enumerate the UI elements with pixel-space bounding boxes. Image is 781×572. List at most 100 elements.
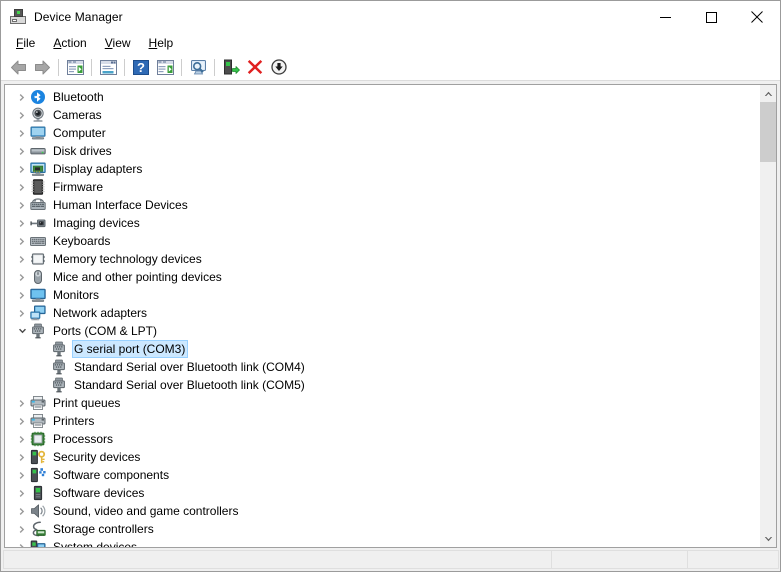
- tree-item[interactable]: Bluetooth: [5, 88, 759, 106]
- chevron-right-icon[interactable]: [14, 412, 30, 430]
- tree-item[interactable]: Software components: [5, 466, 759, 484]
- tree-item[interactable]: Disk drives: [5, 142, 759, 160]
- chevron-right-icon[interactable]: [14, 430, 30, 448]
- scrollbar-thumb[interactable]: [760, 102, 776, 162]
- tree-item[interactable]: Network adapters: [5, 304, 759, 322]
- update-driver-button[interactable]: [219, 56, 243, 79]
- chevron-right-icon[interactable]: [14, 88, 30, 106]
- tree-item-label: Print queues: [53, 396, 121, 410]
- down-arrow-circle-icon: [271, 59, 287, 75]
- maximize-button[interactable]: [688, 1, 734, 33]
- hid-icon: [30, 197, 46, 213]
- toolbar-separator: [181, 58, 182, 76]
- red-x-icon: [247, 60, 263, 74]
- chevron-right-icon[interactable]: [14, 268, 30, 286]
- properties-button[interactable]: [96, 56, 120, 79]
- title-bar: Device Manager: [1, 1, 780, 33]
- scan-for-hardware-changes-button[interactable]: [186, 56, 210, 79]
- software-component-icon: [30, 467, 46, 483]
- show-hide-console-tree-button[interactable]: [63, 56, 87, 79]
- tree-item-label: Standard Serial over Bluetooth link (COM…: [74, 378, 305, 392]
- tree-item[interactable]: Print queues: [5, 394, 759, 412]
- chevron-right-icon[interactable]: [14, 106, 30, 124]
- chevron-right-icon[interactable]: [14, 196, 30, 214]
- chevron-right-icon[interactable]: [14, 484, 30, 502]
- tree-item[interactable]: Ports (COM & LPT): [5, 322, 759, 340]
- chevron-right-icon[interactable]: [14, 214, 30, 232]
- tree-item[interactable]: Software devices: [5, 484, 759, 502]
- menu-view[interactable]: View: [96, 34, 140, 53]
- tree-item-label: Mice and other pointing devices: [53, 270, 222, 284]
- tree-item[interactable]: Cameras: [5, 106, 759, 124]
- tree-item[interactable]: Imaging devices: [5, 214, 759, 232]
- tree-item[interactable]: Display adapters: [5, 160, 759, 178]
- tree-item[interactable]: Keyboards: [5, 232, 759, 250]
- tree-item[interactable]: System devices: [5, 538, 759, 547]
- tree-item[interactable]: Security devices: [5, 448, 759, 466]
- chevron-right-icon[interactable]: [14, 286, 30, 304]
- tree-item[interactable]: G serial port (COM3): [5, 340, 759, 358]
- vertical-scrollbar[interactable]: [759, 85, 776, 547]
- menu-file[interactable]: File: [7, 34, 44, 53]
- toolbar-separator: [124, 58, 125, 76]
- tree-item-label: Human Interface Devices: [53, 198, 188, 212]
- tree-item[interactable]: Processors: [5, 430, 759, 448]
- menu-help[interactable]: Help: [140, 34, 183, 53]
- chevron-right-icon[interactable]: [14, 502, 30, 520]
- window-controls: [642, 1, 780, 33]
- scrollbar-track[interactable]: [760, 102, 776, 530]
- tree-item-label: Ports (COM & LPT): [53, 324, 158, 338]
- minimize-button[interactable]: [642, 1, 688, 33]
- menu-bar: File Action View Help: [1, 33, 780, 54]
- tree-item[interactable]: Computer: [5, 124, 759, 142]
- tree-item[interactable]: Firmware: [5, 178, 759, 196]
- tree-item-label: Disk drives: [53, 144, 112, 158]
- tree-item-label: Security devices: [53, 450, 141, 464]
- chevron-right-icon[interactable]: [14, 466, 30, 484]
- system-device-icon: [30, 539, 46, 547]
- tree-item[interactable]: Human Interface Devices: [5, 196, 759, 214]
- chevron-right-icon[interactable]: [14, 538, 30, 547]
- tree-item[interactable]: Memory technology devices: [5, 250, 759, 268]
- menu-action[interactable]: Action: [44, 34, 95, 53]
- tree-item[interactable]: Standard Serial over Bluetooth link (COM…: [5, 376, 759, 394]
- window-title: Device Manager: [34, 10, 123, 24]
- scroll-down-arrow[interactable]: [760, 530, 776, 547]
- tree-item[interactable]: Storage controllers: [5, 520, 759, 538]
- device-tree-scroll-area[interactable]: Bluetooth Cameras Computer Disk drives Displ…: [5, 85, 759, 547]
- chevron-right-icon[interactable]: [14, 178, 30, 196]
- tree-item-label: Software components: [53, 468, 170, 482]
- toolbar-separator: [58, 58, 59, 76]
- close-button[interactable]: [734, 1, 780, 33]
- forward-button[interactable]: [30, 56, 54, 79]
- tree-item[interactable]: Sound, video and game controllers: [5, 502, 759, 520]
- device-manager-icon: [10, 9, 26, 25]
- chevron-right-icon[interactable]: [14, 232, 30, 250]
- chevron-right-icon[interactable]: [14, 394, 30, 412]
- show-hide-action-pane-button[interactable]: [153, 56, 177, 79]
- chevron-down-icon[interactable]: [14, 322, 30, 340]
- tree-item[interactable]: Monitors: [5, 286, 759, 304]
- port-icon: [51, 341, 67, 357]
- chevron-right-icon[interactable]: [14, 160, 30, 178]
- tree-item[interactable]: Printers: [5, 412, 759, 430]
- help-button[interactable]: ?: [129, 56, 153, 79]
- tree-item-label: Sound, video and game controllers: [53, 504, 239, 518]
- scroll-up-arrow[interactable]: [760, 85, 776, 102]
- tree-item[interactable]: Mice and other pointing devices: [5, 268, 759, 286]
- arrow-right-icon: [34, 60, 50, 74]
- back-button[interactable]: [6, 56, 30, 79]
- chevron-right-icon[interactable]: [14, 250, 30, 268]
- chevron-right-icon[interactable]: [14, 304, 30, 322]
- uninstall-device-button[interactable]: [243, 56, 267, 79]
- computer-icon: [30, 125, 46, 141]
- tree-item[interactable]: Standard Serial over Bluetooth link (COM…: [5, 358, 759, 376]
- tree-item-label: Firmware: [53, 180, 103, 194]
- chevron-right-icon[interactable]: [14, 448, 30, 466]
- device-tree: Bluetooth Cameras Computer Disk drives Displ…: [5, 88, 759, 547]
- chevron-right-icon[interactable]: [14, 520, 30, 538]
- chevron-right-icon[interactable]: [14, 124, 30, 142]
- disable-device-button[interactable]: [267, 56, 291, 79]
- device-update-icon: [223, 59, 240, 75]
- chevron-right-icon[interactable]: [14, 142, 30, 160]
